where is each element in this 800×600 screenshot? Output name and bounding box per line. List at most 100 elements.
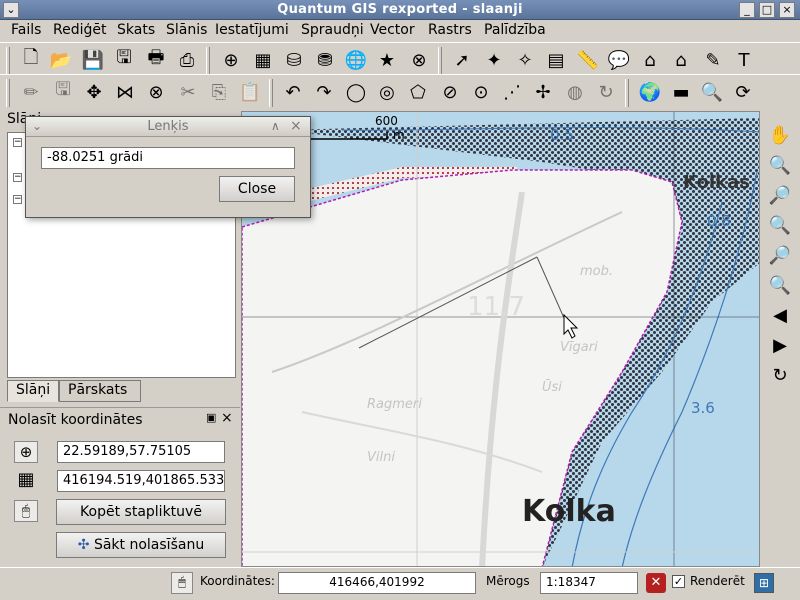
menu-rastrs[interactable]: Rastrs [428,22,472,38]
zoom-next-icon[interactable]: ▶ [766,331,794,359]
print-composer-icon[interactable]: 🖶 [143,47,169,73]
menu-iestatijumi[interactable]: Iestatījumi [215,22,289,38]
toolbar-grip[interactable] [625,79,629,107]
paste-icon[interactable]: 📋 [237,79,263,105]
minimize-button[interactable]: _ [739,2,755,18]
reshape-icon[interactable]: ⋰ [499,79,525,105]
status-coords-field[interactable]: 416466,401992 [278,572,476,594]
open-project-icon[interactable]: 📂 [48,47,74,73]
crosshair-icon[interactable]: ⊕ [14,441,38,463]
node-tool-icon[interactable]: ⋈ [112,79,138,105]
add-island-icon[interactable]: ◎ [374,79,400,105]
tab-parskats[interactable]: Pārskats [59,380,141,402]
copy-clipboard-button[interactable]: Kopēt stapliktuvē [56,499,226,525]
home-icon[interactable]: ⌂ [637,47,663,73]
menu-vector[interactable]: Vector [370,22,415,38]
attribute-table-icon[interactable]: ▤ [543,47,569,73]
zoom-layer-icon[interactable]: 🔍 [766,271,794,299]
new-project-icon[interactable]: 🗋 [18,47,44,73]
deselect-icon[interactable]: ✧ [512,47,538,73]
dialog-titlebar[interactable]: ⌄ Lenķis ∧ × [26,117,310,137]
geo-coords-field[interactable]: 22.59189,57.75105 [57,441,225,463]
text-annotation-icon[interactable]: T [731,47,757,73]
pan-hand-icon[interactable]: ✋ [766,121,794,149]
mouse-icon[interactable]: 🖱 [14,500,38,522]
measure-icon[interactable]: 🔍 [699,79,725,105]
angle-value-field[interactable]: -88.0251 grādi [41,147,295,169]
merge-attributes-icon[interactable]: ↻ [593,79,619,105]
menu-fails[interactable]: Fails [11,22,41,38]
save-as-icon[interactable]: 🖫 [111,47,137,73]
dialog-close-x[interactable]: × [290,117,302,136]
move-feature-icon[interactable]: ✥ [81,79,107,105]
zoom-in-icon[interactable]: 🔍 [766,151,794,179]
delete-selected-icon[interactable]: ⊗ [143,79,169,105]
pencil-icon[interactable]: ✏ [18,79,44,105]
split-icon[interactable]: ✢ [530,79,556,105]
add-raster-layer-icon[interactable]: ▦ [250,47,276,73]
scale-field[interactable]: 1:18347 [540,572,638,594]
spell-icon[interactable]: ✎ [700,47,726,73]
add-new-layer-icon[interactable]: 🌐 [343,47,369,73]
copy-icon[interactable]: ⎘ [206,79,232,105]
toolbar-grip[interactable] [438,47,442,75]
add-wms-layer-icon[interactable]: ⛃ [312,47,338,73]
zoom-last-icon[interactable]: ◀ [766,301,794,329]
simplify-icon[interactable]: ⬠ [405,79,431,105]
menu-redigat[interactable]: Rediģēt [53,22,106,38]
globe-icon[interactable]: 🌍 [637,79,663,105]
remove-layer-icon[interactable]: ⊗ [406,47,432,73]
select-icon[interactable]: ✦ [481,47,507,73]
identify-icon[interactable]: ➚ [449,47,475,73]
title-bar[interactable]: ⌄ Quantum GIS rexported - slaanji _ □ × [0,0,800,20]
close-button[interactable]: Close [219,176,295,202]
cut-icon[interactable]: ✂ [175,79,201,105]
maximize-button[interactable]: □ [759,2,775,18]
add-ring-icon[interactable]: ◯ [343,79,369,105]
toolbar-grip[interactable] [6,47,10,75]
start-capture-button[interactable]: ✣ Sākt nolasīšanu [56,532,226,558]
measure-line-icon[interactable]: 📏 [575,47,601,73]
close-window-button[interactable]: × [779,2,795,18]
map-tips-icon[interactable]: 💬 [606,47,632,73]
mouse-icon[interactable]: 🖱 [171,572,193,594]
tree-expander-icon[interactable]: − [13,173,22,182]
delete-part-icon[interactable]: ⊙ [468,79,494,105]
redo-icon[interactable]: ↷ [311,79,337,105]
add-feature-icon[interactable]: ★ [374,47,400,73]
zoom-full-icon[interactable]: 🔍 [766,211,794,239]
zoom-selection-icon[interactable]: 🔎 [766,241,794,269]
toolbar-grip[interactable] [269,79,273,107]
dialog-up-button[interactable]: ∧ [271,117,280,136]
float-panel-button[interactable]: ▣ [206,411,216,424]
print-icon[interactable]: ⎙ [174,47,200,73]
menu-spraudni[interactable]: Spraudņi [301,22,364,38]
render-checkbox[interactable]: ✓ [672,575,685,588]
refresh-icon[interactable]: ⟳ [730,79,756,105]
menu-skats[interactable]: Skats [117,22,155,38]
toolbar-grip[interactable] [6,79,10,107]
add-vector-layer-icon[interactable]: ⊕ [218,47,244,73]
menu-slanis[interactable]: Slānis [166,22,207,38]
save-edits-icon[interactable]: 🖫 [50,79,76,105]
dialog-menu-button[interactable]: ⌄ [32,117,42,136]
tree-expander-icon[interactable]: − [13,138,22,147]
undo-icon[interactable]: ↶ [280,79,306,105]
zoom-out-icon[interactable]: 🔎 [766,181,794,209]
tree-expander-icon[interactable]: − [13,195,22,204]
save-project-icon[interactable]: 💾 [80,47,106,73]
add-postgis-layer-icon[interactable]: ⛁ [281,47,307,73]
tab-slani[interactable]: Slāņi [7,380,59,402]
delete-ring-icon[interactable]: ⊘ [437,79,463,105]
close-panel-button[interactable]: × [221,410,233,426]
home-next-icon[interactable]: ⌂ [668,47,694,73]
stop-render-icon[interactable]: ✕ [646,573,666,593]
toolbar-grip[interactable] [206,47,210,75]
proj-coords-field[interactable]: 416194.519,401865.533 [57,470,225,492]
menu-palidziba[interactable]: Palīdzība [484,22,546,38]
refresh-map-icon[interactable]: ↻ [766,361,794,389]
merge-icon[interactable]: ◍ [562,79,588,105]
map-canvas[interactable]: 600 m Kolkas 0.5 0.8 3.6 11.7 mob. Vīgar… [241,111,760,567]
projection-icon[interactable]: ⊞ [754,573,774,593]
scale-bar-icon[interactable]: ▬ [668,79,694,105]
